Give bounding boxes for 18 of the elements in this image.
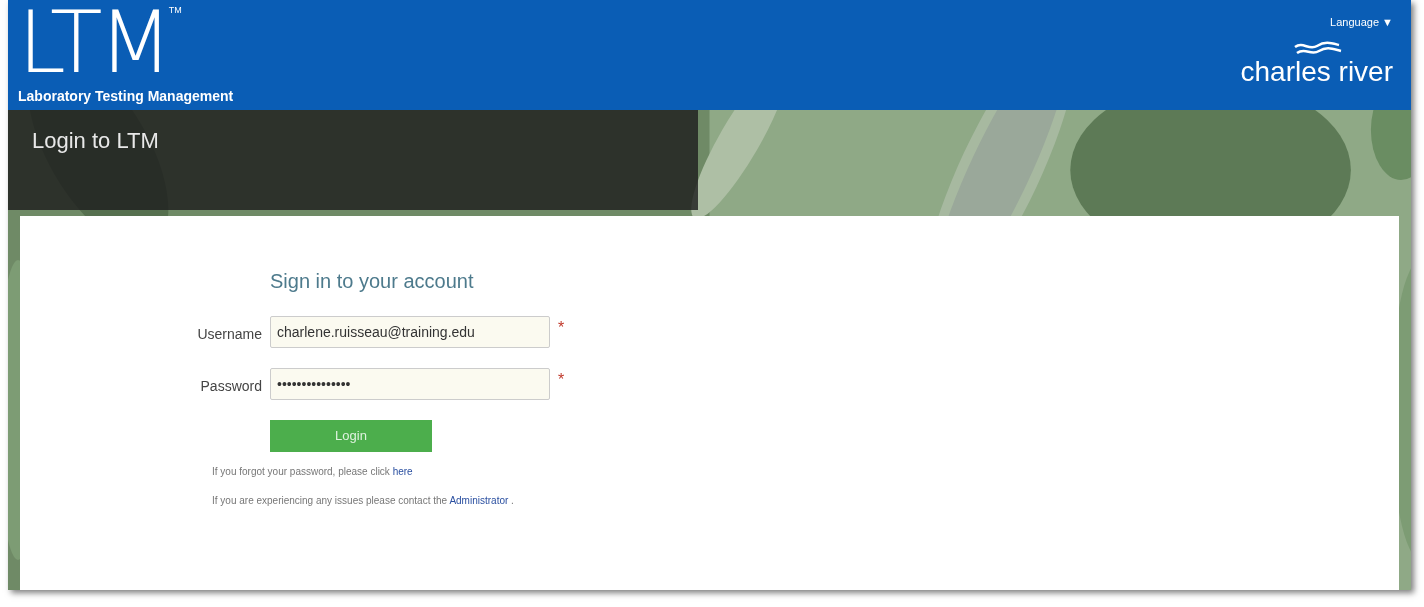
here-link[interactable]: here <box>392 466 413 477</box>
forgot-password-text: If you forgot your password, please click here <box>212 465 414 479</box>
trademark: TM <box>168 4 182 17</box>
administrator-link[interactable]: Administrator <box>449 495 509 506</box>
tagline: Laboratory Testing Management <box>18 87 234 106</box>
contact-text: If you are experiencing any issues please contact the Administrator . <box>212 494 515 508</box>
required-mark: * <box>558 370 565 390</box>
required-mark: * <box>558 318 565 338</box>
logo: LTM <box>18 0 169 84</box>
input-field[interactable]: charlene.ruisseau@training.edu <box>270 316 550 348</box>
field-label: Username <box>196 325 263 344</box>
page-title: Login to LTM <box>32 127 160 155</box>
form-heading: Sign in to your account <box>270 269 475 294</box>
input-field[interactable]: ••••••••••••••• <box>270 368 550 400</box>
field-label: Password <box>199 377 263 396</box>
waves-icon <box>1293 40 1343 57</box>
brand-name: charles river <box>1240 56 1393 87</box>
language-menu[interactable]: Language ▼ <box>1330 14 1393 31</box>
